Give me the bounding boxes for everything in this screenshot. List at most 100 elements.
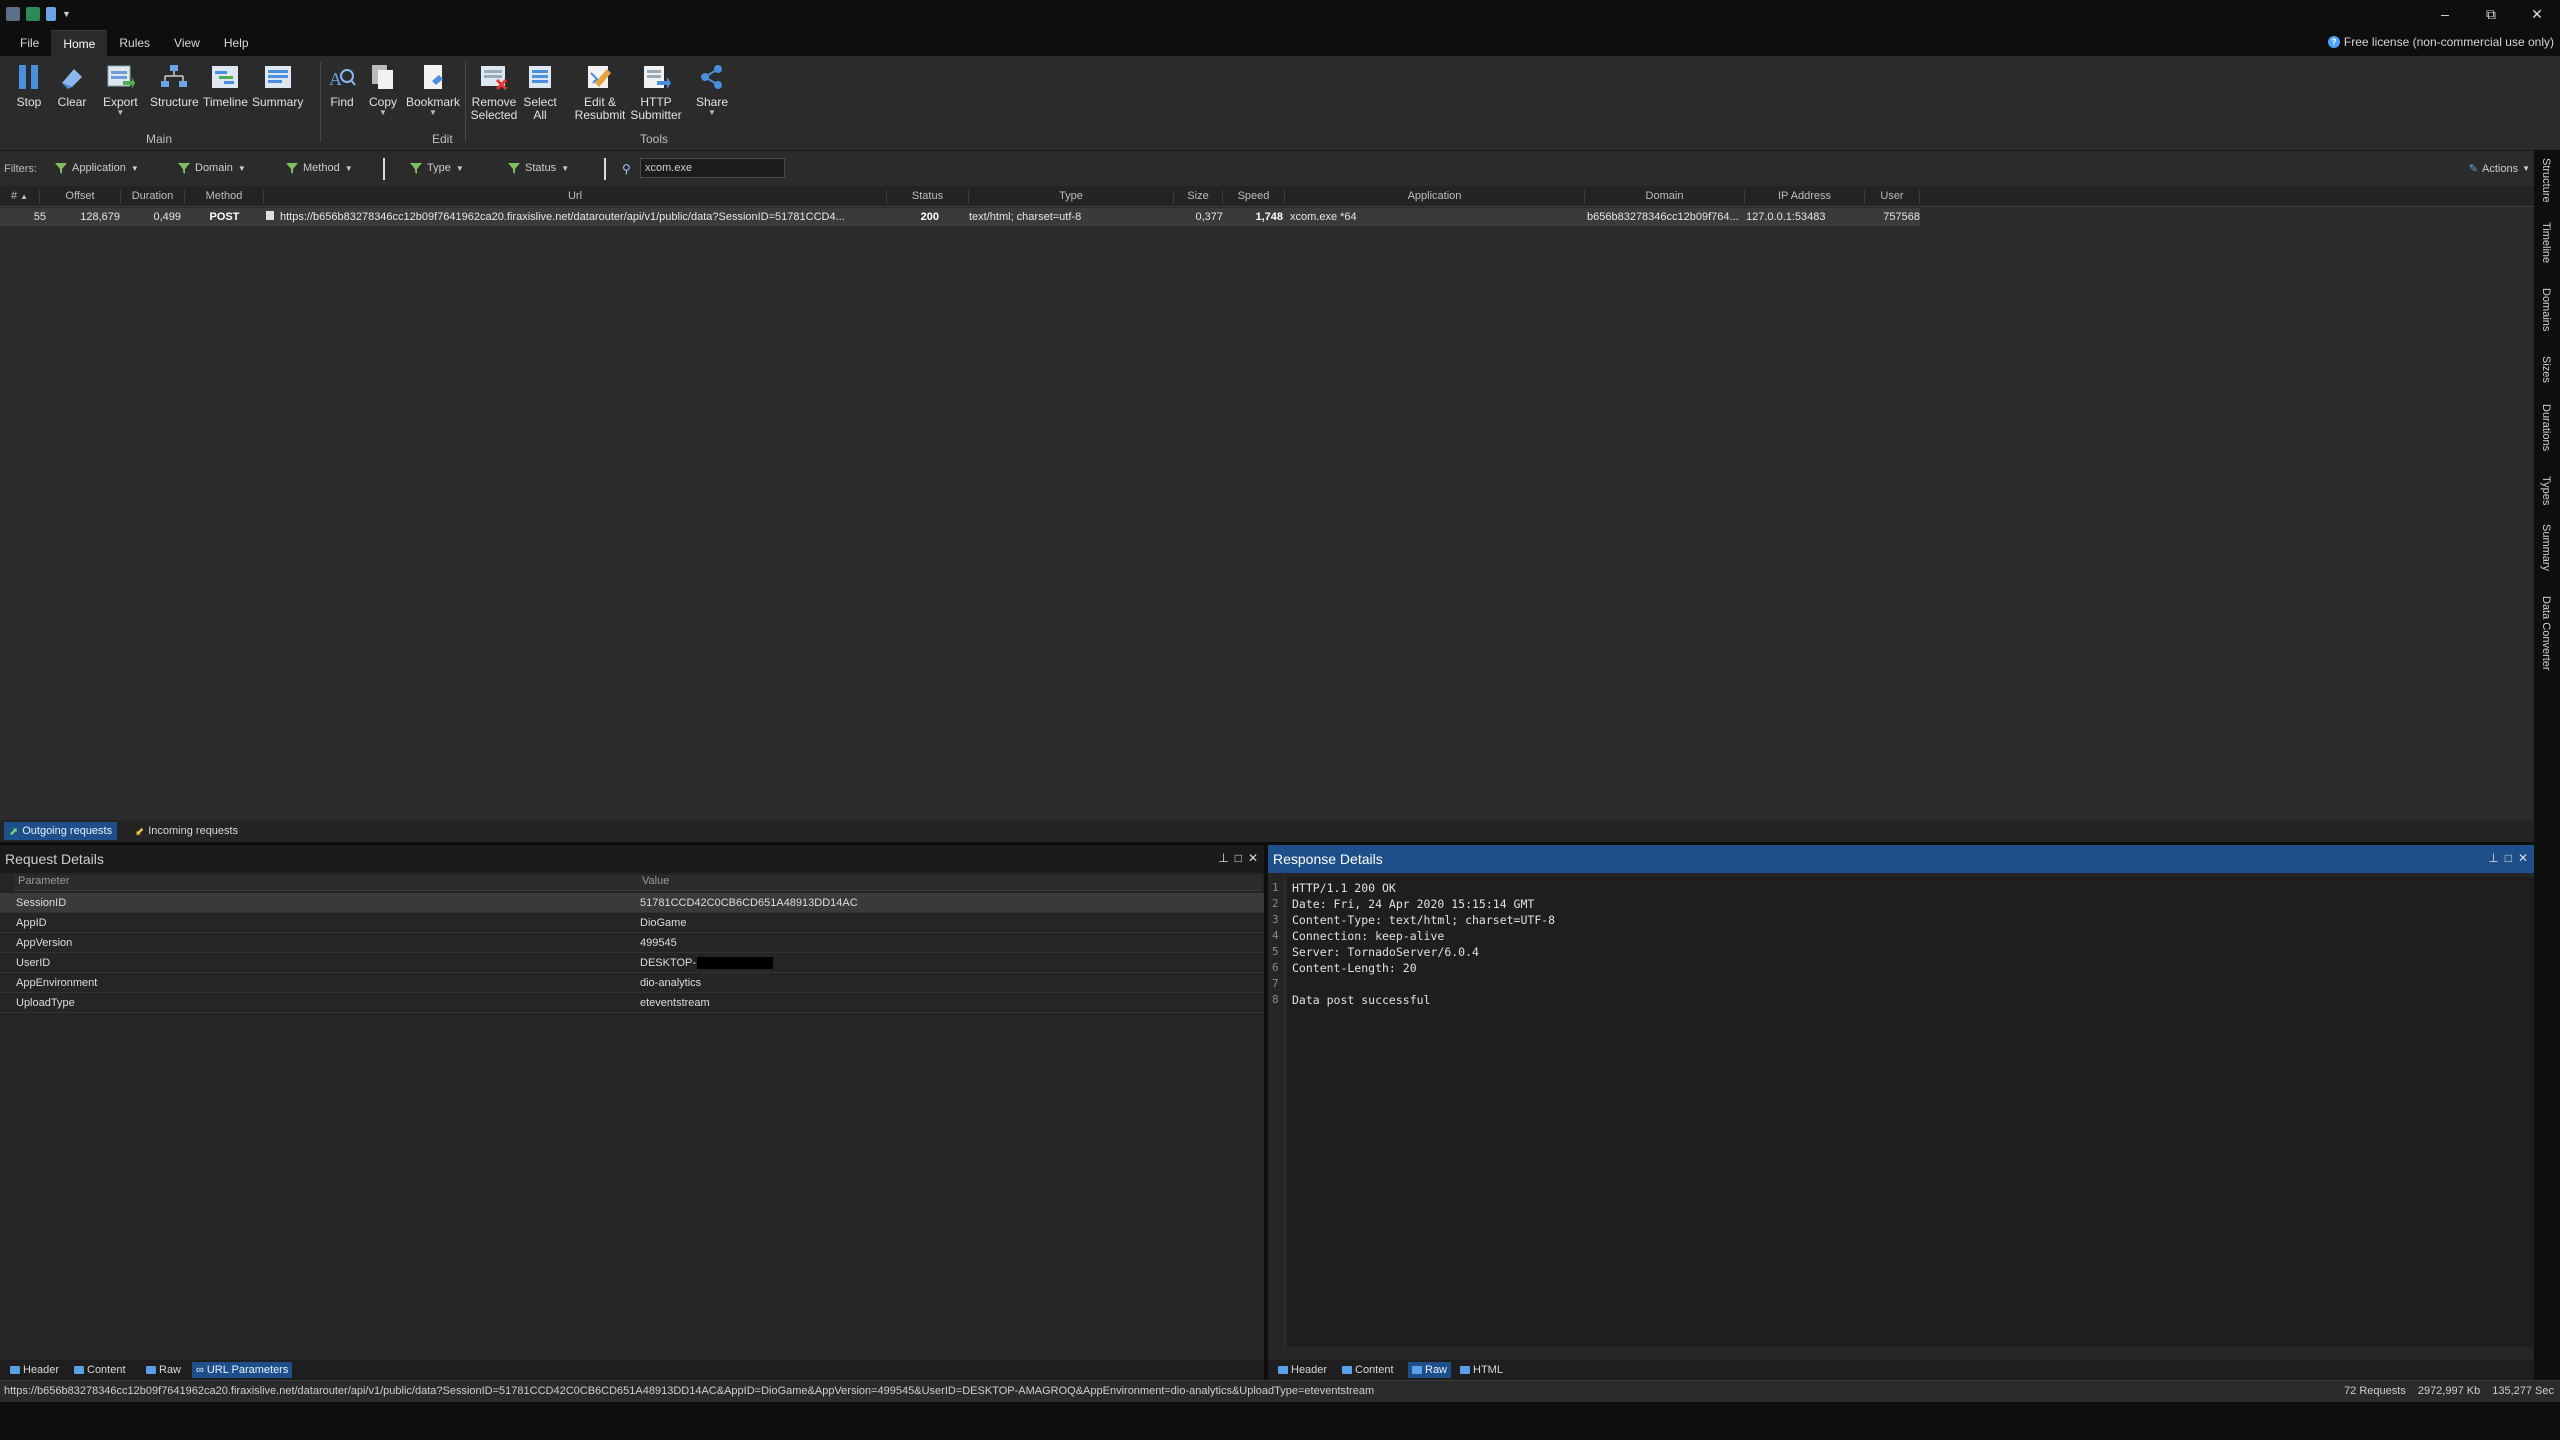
bookmark-dropdown-icon: ▼ [429,108,437,117]
col-speed[interactable]: Speed [1223,190,1285,204]
col-method[interactable]: Method [185,190,264,204]
close-icon[interactable]: ✕ [2518,851,2528,865]
export-button[interactable]: Export ▼ [103,62,138,117]
license-link[interactable]: ? Free license (non-commercial use only) [2327,35,2554,49]
col-offset[interactable]: Offset [40,190,121,204]
request-tab-header[interactable]: Header [6,1362,63,1378]
excel-icon[interactable] [26,7,40,21]
quick-access-dropdown-icon[interactable]: ▼ [62,9,71,19]
col-ip[interactable]: IP Address [1745,190,1865,204]
filter-icon [286,162,298,174]
clear-button[interactable]: Clear [57,62,87,109]
find-icon: A [327,62,357,92]
response-tab-html[interactable]: HTML [1456,1362,1507,1378]
outgoing-icon: ⬈ [9,825,19,838]
menu-home[interactable]: Home [51,30,108,56]
share-button[interactable]: Share ▼ [696,62,728,117]
request-tab-url-parameters[interactable]: ∞ URL Parameters [192,1362,293,1378]
response-tabs: Header Content Raw HTML [1268,1360,2534,1380]
filter-icon [55,162,67,174]
response-tab-content[interactable]: Content [1338,1362,1398,1378]
maximize-icon[interactable]: □ [2505,851,2512,865]
ribbon-separator [465,62,466,142]
side-tab-structure[interactable]: Structure [2540,158,2552,203]
menu-help[interactable]: Help [212,30,261,56]
request-tab-content[interactable]: Content [70,1362,130,1378]
side-tab-types[interactable]: Types [2540,476,2552,505]
remove-selected-button[interactable]: Remove Selected [470,62,518,122]
param-row[interactable]: UploadType eteventstream [0,993,1264,1013]
param-row[interactable]: AppID DioGame [0,913,1264,933]
search-input[interactable] [640,158,785,178]
col-parameter[interactable]: Parameter [14,875,638,891]
filter-domain[interactable]: Domain ▼ [178,162,246,174]
summary-button[interactable]: Summary [252,62,303,109]
request-details-panel: Request Details ⊥ □ ✕ Parameter Value Se… [0,845,1264,1380]
structure-button[interactable]: Structure [150,62,199,109]
line-number: 1 [1272,881,1279,894]
menu-rules[interactable]: Rules [107,30,162,56]
tab-outgoing-requests[interactable]: ⬈ Outgoing requests [4,822,118,840]
filter-method[interactable]: Method ▼ [286,162,353,174]
col-size[interactable]: Size [1174,190,1223,204]
tab-incoming-requests[interactable]: ⬋ Incoming requests [130,822,243,840]
side-tab-durations[interactable]: Durations [2540,404,2552,451]
edit-resubmit-button[interactable]: Edit & Resubmit [574,62,626,122]
stop-button[interactable]: Stop [14,62,44,109]
param-row[interactable]: SessionID 51781CCD42C0CB6CD651A48913DD14… [0,893,1264,913]
response-tab-header[interactable]: Header [1274,1362,1331,1378]
side-tab-summary[interactable]: Summary [2540,524,2552,571]
response-raw-view[interactable]: 1 2 3 4 5 6 7 8 HTTP/1.1 200 OK Date: Fr… [1268,877,2534,1347]
col-application[interactable]: Application [1285,190,1585,204]
restore-button[interactable]: ⧉ [2468,0,2514,28]
maximize-icon[interactable]: □ [1235,851,1242,865]
response-tab-raw[interactable]: Raw [1408,1362,1452,1378]
close-button[interactable]: ✕ [2514,0,2560,28]
select-all-button[interactable]: Select All [522,62,558,122]
filter-application[interactable]: Application ▼ [55,162,139,174]
col-number[interactable]: # ▲ [0,190,40,204]
param-row[interactable]: UserID DESKTOP- [0,953,1264,973]
col-domain[interactable]: Domain [1585,190,1745,204]
col-user[interactable]: User [1865,190,1920,204]
timeline-button[interactable]: Timeline [203,62,248,109]
request-tab-raw[interactable]: Raw [142,1362,185,1378]
http-submitter-icon [641,62,671,92]
ribbon-group-tools: Tools [640,132,669,146]
content-icon [74,1366,84,1374]
minimize-button[interactable]: – [2422,0,2468,28]
side-tab-timeline[interactable]: Timeline [2540,222,2552,263]
timeline-icon [210,62,240,92]
param-row[interactable]: AppVersion 499545 [0,933,1264,953]
menu-view[interactable]: View [162,30,212,56]
pin-icon[interactable]: ⊥ [2488,851,2498,865]
bookmark-button[interactable]: Bookmark ▼ [406,62,460,117]
chevron-down-icon: ▼ [455,163,464,173]
table-row[interactable]: 55 128,679 0,499 POST https://b656b83278… [0,208,1920,226]
col-type[interactable]: Type [969,190,1174,204]
col-value[interactable]: Value [638,875,1262,891]
filter-separator [604,158,606,180]
sessions-grid: # ▲ Offset Duration Method Url Status Ty… [0,186,2534,820]
param-row[interactable]: AppEnvironment dio-analytics [0,973,1264,993]
filter-bar: Filters: Application ▼ Domain ▼ Method ▼ Ty… [0,150,2560,186]
chevron-down-icon: ▼ [561,163,570,173]
http-submitter-button[interactable]: HTTP Submitter [630,62,682,122]
col-status[interactable]: Status [887,190,969,204]
col-duration[interactable]: Duration [121,190,185,204]
filter-status[interactable]: Status ▼ [508,162,569,174]
find-button[interactable]: A Find [327,62,357,109]
actions-button[interactable]: ✎ Actions ▼ [2469,162,2530,176]
side-tab-domains[interactable]: Domains [2540,288,2552,331]
copy-button[interactable]: Copy ▼ [368,62,398,117]
pin-icon[interactable] [46,7,56,21]
page-icon [266,211,276,223]
raw-icon [146,1366,156,1374]
pin-icon[interactable]: ⊥ [1218,851,1228,865]
close-icon[interactable]: ✕ [1248,851,1258,865]
filter-type[interactable]: Type ▼ [410,162,464,174]
side-tab-data-converter[interactable]: Data Converter [2540,596,2552,671]
col-url[interactable]: Url [264,190,887,204]
menu-file[interactable]: File [8,30,51,56]
side-tab-sizes[interactable]: Sizes [2540,356,2552,383]
